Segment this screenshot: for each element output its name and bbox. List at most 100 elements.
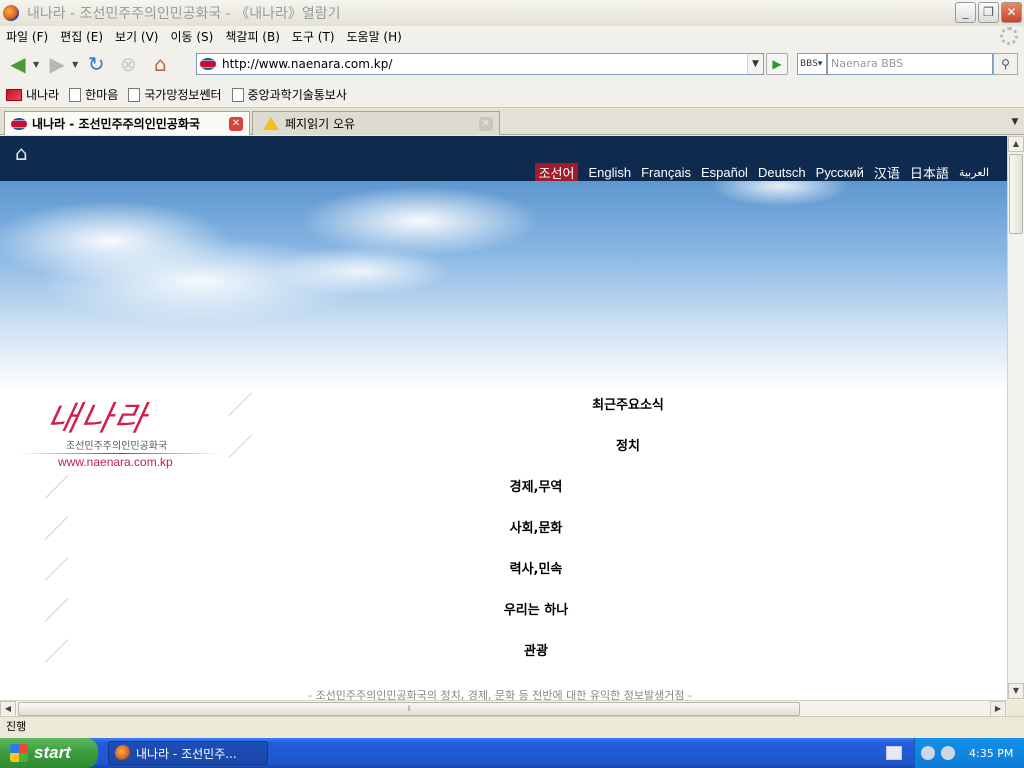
menu-file[interactable]: 파일 (F): [0, 28, 54, 45]
search-input[interactable]: Naenara BBS: [827, 53, 993, 75]
reload-icon[interactable]: ↻: [82, 50, 110, 78]
forward-history-dropdown-icon[interactable]: ▼: [72, 60, 78, 69]
lang-japanese[interactable]: 日本語: [910, 163, 949, 182]
lang-chinese[interactable]: 汉语: [874, 163, 900, 182]
lang-russian[interactable]: Русский: [816, 165, 864, 180]
network-icon[interactable]: [921, 746, 935, 760]
menu-view[interactable]: 보기 (V): [109, 28, 164, 45]
go-button[interactable]: ▶: [766, 53, 788, 75]
decorative-slash: [44, 557, 69, 581]
start-button[interactable]: start: [0, 738, 98, 768]
menu-link-history-folklore[interactable]: 력사,민속: [356, 558, 716, 577]
menu-bar: 파일 (F) 편집 (E) 보기 (V) 이동 (S) 책갈피 (B) 도구 (…: [0, 26, 1024, 46]
lang-french[interactable]: Français: [641, 165, 691, 180]
logo-url: www.naenara.com.kp: [58, 455, 173, 469]
stop-icon[interactable]: ⊗: [114, 50, 142, 78]
url-bar[interactable]: http://www.naenara.com.kp/ ▼: [196, 53, 764, 75]
lang-german[interactable]: Deutsch: [758, 165, 806, 180]
lang-arabic[interactable]: العربية: [959, 166, 989, 179]
status-bar: 진행: [0, 716, 1024, 738]
bookmark-label: 국가망정보쎈터: [144, 88, 222, 102]
scroll-corner: [1007, 700, 1024, 716]
site-header: ⌂ 조선어 English Français Español Deutsch Р…: [0, 136, 1007, 182]
bookmark-naenara[interactable]: 내나라: [6, 86, 59, 103]
naenara-logo-icon: [6, 88, 22, 101]
taskbar-item-firefox[interactable]: 내나라 - 조선민주...: [108, 741, 268, 765]
decorative-slash: [44, 639, 69, 663]
tab-naenara[interactable]: 내나라 - 조선민주주의인민공화국 ✕: [4, 111, 250, 135]
bookmarks-toolbar: 내나라 한마음 국가망정보쎈터 중앙과학기술통보사: [0, 82, 1024, 108]
bookmark-label: 내나라: [26, 88, 60, 102]
menu-help[interactable]: 도움말 (H): [341, 28, 408, 45]
menu-link-tourism[interactable]: 관광: [356, 640, 716, 659]
vertical-scroll-thumb[interactable]: [1009, 154, 1023, 234]
url-text[interactable]: http://www.naenara.com.kp/: [222, 57, 392, 71]
page-icon: [231, 87, 244, 102]
horizontal-scroll-thumb[interactable]: ⦀: [18, 702, 800, 716]
lang-spanish[interactable]: Español: [701, 165, 748, 180]
firefox-icon: [115, 745, 131, 761]
lang-english[interactable]: English: [588, 165, 631, 180]
tab-load-error[interactable]: 페지읽기 오유 ✕: [252, 111, 500, 135]
bookmark-science-agency[interactable]: 중앙과학기술통보사: [231, 86, 347, 103]
search-engine-selector[interactable]: BBS▾: [797, 53, 827, 75]
scroll-right-arrow-icon[interactable]: ▶: [990, 701, 1006, 717]
forward-arrow-icon[interactable]: ▶: [43, 50, 71, 78]
language-bar: 조선어 English Français Español Deutsch Рус…: [525, 163, 989, 182]
url-history-dropdown-icon[interactable]: ▼: [747, 54, 763, 74]
horizontal-scrollbar[interactable]: ◀ ⦀ ▶: [0, 700, 1007, 717]
search-engine-label: BBS: [800, 59, 818, 69]
logo-script: 내나라: [43, 399, 152, 439]
close-tab-icon[interactable]: ✕: [229, 117, 243, 131]
scroll-down-arrow-icon[interactable]: ▼: [1008, 683, 1024, 699]
throbber-icon: [1000, 27, 1018, 45]
menu-link-recent-news[interactable]: 최근주요소식: [448, 394, 808, 413]
navigation-toolbar: ◀ ▼ ▶ ▼ ↻ ⊗ ⌂ http://www.naenara.com.kp/…: [0, 46, 1024, 82]
close-button[interactable]: ✕: [1001, 2, 1022, 23]
keyboard-layout-icon[interactable]: [886, 746, 902, 760]
site-favicon-icon: [200, 58, 216, 70]
bookmark-label: 중앙과학기술통보사: [247, 88, 347, 102]
page-icon: [69, 87, 82, 102]
bookmark-hanmaum[interactable]: 한마음: [69, 86, 118, 103]
back-arrow-icon[interactable]: ◀: [4, 50, 32, 78]
vertical-scrollbar[interactable]: ▲ ▼: [1007, 136, 1024, 700]
menu-link-economy-trade[interactable]: 경제,무역: [356, 476, 716, 495]
logo-divider: [20, 453, 220, 454]
start-label: start: [34, 743, 71, 762]
menu-link-we-are-one[interactable]: 우리는 하나: [356, 599, 716, 618]
scroll-up-arrow-icon[interactable]: ▲: [1008, 136, 1024, 152]
clock[interactable]: 4:35 PM: [969, 747, 1013, 760]
site-logo[interactable]: 내나라 조선민주주의인민공화국 www.naenara.com.kp: [20, 391, 240, 481]
site-home-icon[interactable]: ⌂: [15, 142, 37, 164]
close-tab-icon[interactable]: ✕: [479, 117, 493, 131]
taskbar-item-label: 내나라 - 조선민주...: [136, 746, 237, 761]
logo-subtitle: 조선민주주의인민공화국: [66, 441, 168, 452]
page-content: ⌂ 조선어 English Français Español Deutsch Р…: [0, 136, 1007, 700]
restore-button[interactable]: ❐: [978, 2, 999, 23]
site-favicon-icon: [11, 117, 27, 130]
scroll-left-arrow-icon[interactable]: ◀: [0, 701, 16, 717]
home-icon[interactable]: ⌂: [146, 50, 174, 78]
tab-label: 페지읽기 오유: [285, 117, 356, 131]
menu-bookmarks[interactable]: 책갈피 (B): [219, 28, 286, 45]
sky-banner: [0, 181, 1007, 391]
windows-logo-icon: [10, 744, 28, 762]
tab-list-dropdown-icon[interactable]: ▼: [1006, 111, 1024, 133]
search-icon[interactable]: ⚲: [993, 53, 1018, 75]
menu-tools[interactable]: 도구 (T): [286, 28, 341, 45]
menu-link-society-culture[interactable]: 사회,문화: [356, 517, 716, 536]
decorative-slash: [44, 598, 69, 622]
volume-icon[interactable]: [941, 746, 955, 760]
warning-icon: [263, 117, 279, 130]
menu-go[interactable]: 이동 (S): [164, 28, 219, 45]
window-controls: _ ❐ ✕: [955, 2, 1022, 23]
bookmark-national-network[interactable]: 국가망정보쎈터: [128, 86, 222, 103]
lang-korean[interactable]: 조선어: [534, 163, 579, 182]
minimize-button[interactable]: _: [955, 2, 976, 23]
back-history-dropdown-icon[interactable]: ▼: [33, 60, 39, 69]
footer-tagline: - 조선민주주의인민공화국의 정치, 경제, 문화 등 전반에 대한 유익한 정…: [308, 689, 692, 700]
menu-link-politics[interactable]: 정치: [448, 435, 808, 454]
tab-bar: 내나라 - 조선민주주의인민공화국 ✕ 페지읽기 오유 ✕ ▼: [0, 109, 1024, 135]
menu-edit[interactable]: 편집 (E): [54, 28, 109, 45]
